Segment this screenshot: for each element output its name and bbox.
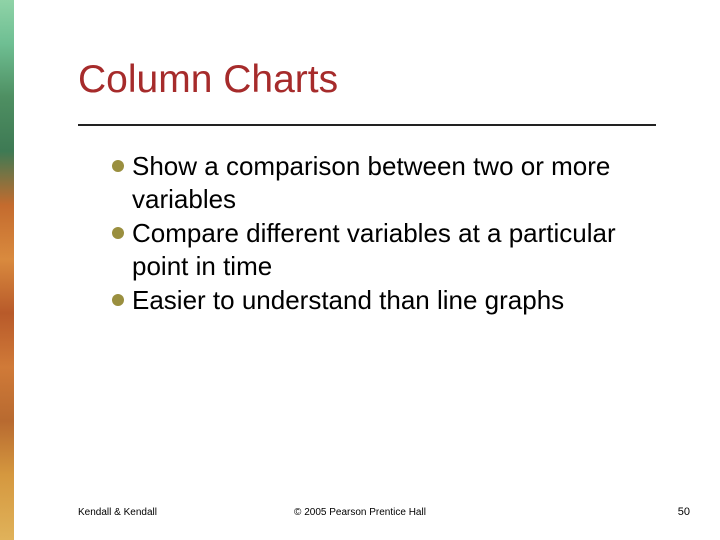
list-item: Compare different variables at a particu… — [112, 217, 660, 282]
footer-page-number: 50 — [678, 506, 690, 518]
bullet-text: Show a comparison between two or more va… — [132, 150, 660, 215]
title-underline — [78, 124, 656, 126]
bullet-text: Compare different variables at a particu… — [132, 217, 660, 282]
list-item: Easier to understand than line graphs — [112, 284, 660, 317]
list-item: Show a comparison between two or more va… — [112, 150, 660, 215]
footer-copyright: © 2005 Pearson Prentice Hall — [0, 507, 720, 518]
decorative-side-strip — [0, 0, 14, 540]
bullet-icon — [112, 294, 124, 306]
bullet-icon — [112, 227, 124, 239]
bullet-icon — [112, 160, 124, 172]
page-title: Column Charts — [78, 58, 338, 102]
content-area: Show a comparison between two or more va… — [112, 150, 660, 319]
bullet-text: Easier to understand than line graphs — [132, 284, 660, 317]
